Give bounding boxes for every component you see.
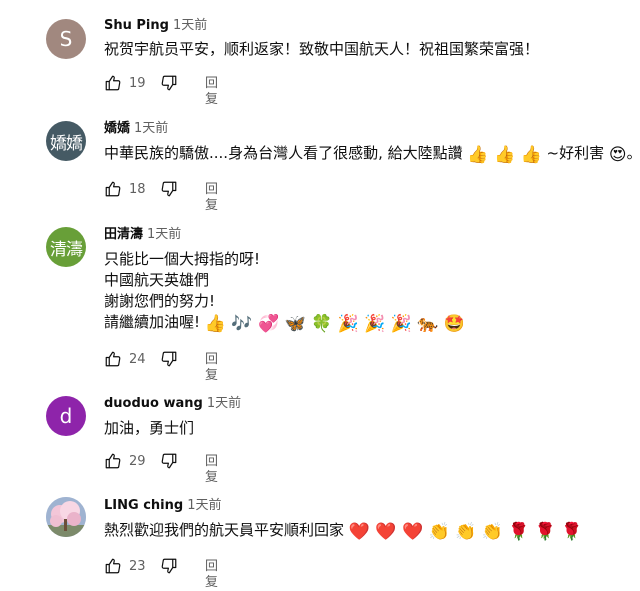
thumbs-down-icon[interactable]: [160, 557, 178, 575]
comment-author[interactable]: Shu Ping: [104, 18, 169, 33]
emoji-group: ❤️ ❤️ ❤️ 👏 👏 👏 🌹 🌹 🌹: [348, 522, 583, 542]
emoji-group: 😍: [608, 145, 627, 165]
comment-text-line: ~好利害: [546, 144, 605, 162]
comment-text-line: 加油，勇士们: [104, 419, 195, 437]
comment-timestamp[interactable]: 1天前: [173, 18, 207, 33]
comment-timestamp[interactable]: 1天前: [207, 396, 241, 411]
comment-text-line: 。: [627, 144, 640, 162]
comment-text: 熱烈歡迎我們的航天員平安順利回家 ❤️ ❤️ ❤️ 👏 👏 👏 🌹 🌹 🌹: [104, 520, 583, 542]
reply-button[interactable]: 回复: [205, 76, 218, 108]
comment-author[interactable]: 嬌嬌: [104, 121, 130, 136]
avatar-initial: 嬌嬌: [50, 133, 83, 154]
avatar[interactable]: [46, 497, 86, 537]
emoji-group: 👍 👍 👍: [467, 145, 542, 165]
comment-timestamp[interactable]: 1天前: [134, 121, 168, 136]
avatar-initial: 清濤: [50, 239, 83, 260]
thumbs-up-icon[interactable]: [104, 74, 122, 92]
comment-text: 加油，勇士们: [104, 418, 194, 439]
comment-text-line: 謝謝您們的努力!: [104, 292, 216, 310]
comment-text-line: 熱烈歡迎我們的航天員平安順利回家: [104, 521, 345, 539]
like-count: 19: [129, 76, 146, 91]
thumbs-down-icon[interactable]: [160, 180, 178, 198]
cherry-blossom-tree-image: [46, 497, 86, 537]
avatar[interactable]: 嬌嬌: [46, 121, 86, 161]
comment-text-line: 只能比一個大拇指的呀!: [104, 250, 261, 268]
comment-author[interactable]: duoduo wang: [104, 396, 203, 411]
avatar-initial: d: [59, 404, 73, 428]
comment-text-line: 祝贺宇航员平安，顺利返家！致敬中国航天人！祝祖国繁荣富强！: [104, 40, 540, 58]
avatar-initial: S: [59, 27, 73, 51]
thumbs-up-icon[interactable]: [104, 350, 122, 368]
emoji-group: 👍 🎶 💞 🦋 🍀 🎉 🎉 🎉 🐅 🤩: [204, 314, 466, 334]
comment-text-line: 中華民族的驕傲....身為台灣人看了很感動, 給大陸點讚: [104, 144, 463, 162]
thumbs-down-icon[interactable]: [160, 350, 178, 368]
thumbs-up-icon[interactable]: [104, 180, 122, 198]
like-count: 24: [129, 352, 146, 367]
like-count: 29: [129, 454, 146, 469]
avatar[interactable]: d: [46, 396, 86, 436]
reply-button[interactable]: 回复: [205, 559, 218, 591]
comment-timestamp[interactable]: 1天前: [187, 498, 221, 513]
comment-text: 只能比一個大拇指的呀! 中國航天英雄們 謝謝您們的努力! 請繼續加油喔! 👍 🎶…: [104, 249, 466, 334]
comment-author[interactable]: 田清濤: [104, 227, 143, 242]
reply-button[interactable]: 回复: [205, 352, 218, 384]
like-count: 23: [129, 559, 146, 574]
thumbs-up-icon[interactable]: [104, 557, 122, 575]
comment-text-line: 中國航天英雄們: [104, 271, 210, 289]
avatar[interactable]: 清濤: [46, 227, 86, 267]
reply-button[interactable]: 回复: [205, 454, 218, 486]
comment-author[interactable]: LING ching: [104, 498, 183, 513]
comment-timestamp[interactable]: 1天前: [147, 227, 181, 242]
comment-text: 祝贺宇航员平安，顺利返家！致敬中国航天人！祝祖国繁荣富强！: [104, 39, 539, 60]
reply-button[interactable]: 回复: [205, 182, 218, 214]
avatar[interactable]: S: [46, 19, 86, 59]
like-count: 18: [129, 182, 146, 197]
comment-text-line: 請繼續加油喔!: [104, 313, 201, 331]
thumbs-down-icon[interactable]: [160, 452, 178, 470]
thumbs-down-icon[interactable]: [160, 74, 178, 92]
thumbs-up-icon[interactable]: [104, 452, 122, 470]
comment-text: 中華民族的驕傲....身為台灣人看了很感動, 給大陸點讚 👍 👍 👍 ~好利害 …: [104, 143, 640, 165]
